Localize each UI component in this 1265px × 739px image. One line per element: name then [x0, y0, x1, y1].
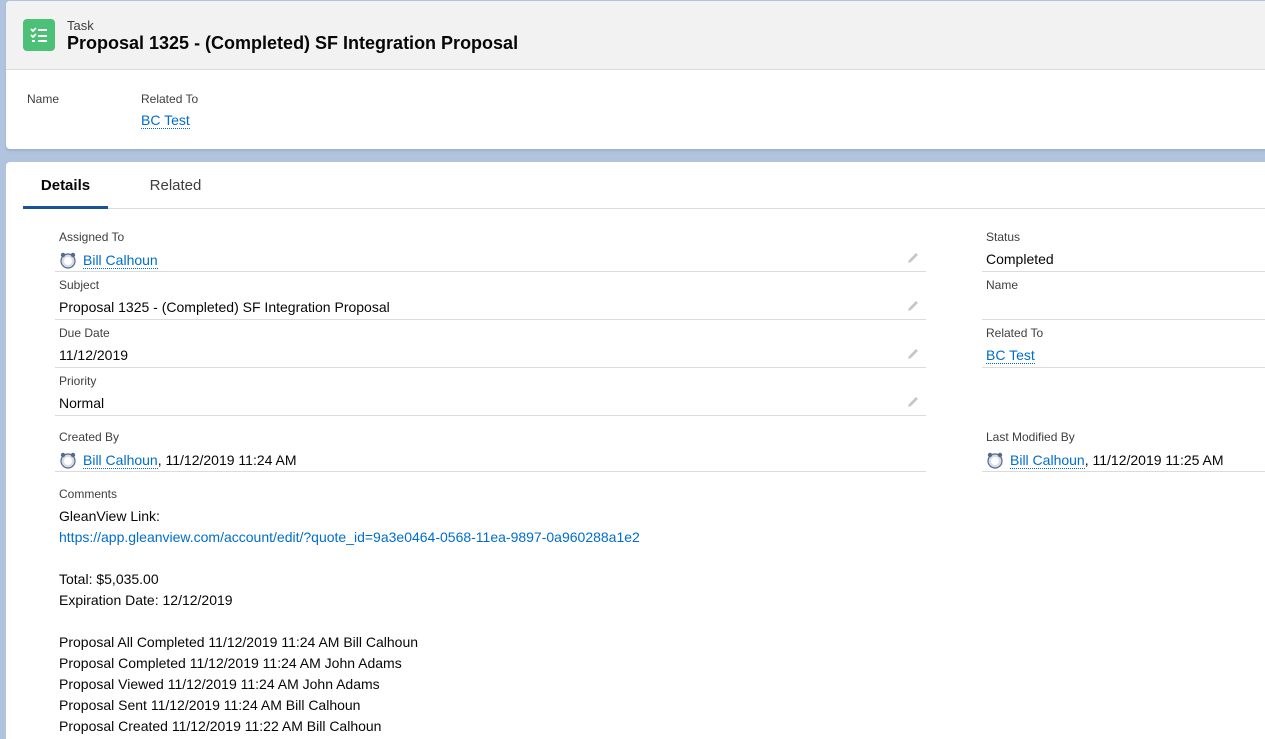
edit-pencil-icon[interactable]: [906, 299, 920, 313]
field-label: Status: [986, 230, 1021, 244]
field-priority: Priority Normal: [55, 368, 926, 416]
edit-pencil-icon[interactable]: [906, 395, 920, 409]
subject-value: Proposal 1325 - (Completed) SF Integrati…: [59, 299, 390, 315]
highlight-related-label: Related To: [141, 92, 199, 106]
task-checklist-icon: [23, 19, 55, 51]
highlight-name-label: Name: [27, 92, 60, 106]
field-label: Assigned To: [59, 230, 125, 244]
detail-card: Details Related Assigned To Bill Calhoun…: [6, 162, 1265, 739]
modified-by-link[interactable]: Bill Calhoun: [1010, 452, 1085, 469]
edit-pencil-icon[interactable]: [906, 251, 920, 265]
field-label: Subject: [59, 278, 100, 292]
field-label: Created By: [59, 430, 120, 444]
priority-value: Normal: [59, 395, 105, 411]
related-to-link[interactable]: BC Test: [986, 347, 1035, 364]
field-label: Last Modified By: [986, 430, 1075, 444]
field-related-to: Related To BC Test: [982, 320, 1265, 368]
field-last-modified-by: Last Modified By Bill Calhoun, 11/12/201…: [982, 424, 1265, 472]
comments-body: GleanView Link: https://app.gleanview.co…: [59, 506, 926, 737]
created-by-link[interactable]: Bill Calhoun: [83, 452, 158, 469]
due-date-value: 11/12/2019: [59, 347, 129, 363]
field-assigned-to: Assigned To Bill Calhoun: [55, 222, 926, 272]
field-due-date: Due Date 11/12/2019: [55, 320, 926, 368]
field-subject: Subject Proposal 1325 - (Completed) SF I…: [55, 272, 926, 320]
created-date: , 11/12/2019 11:24 AM: [157, 452, 297, 468]
field-label: Name: [986, 278, 1019, 292]
status-value: Completed: [986, 251, 1054, 267]
comment-expiration: Expiration Date: 12/12/2019: [59, 592, 233, 608]
field-created-by: Created By Bill Calhoun, 11/12/2019 11:2…: [55, 424, 926, 472]
tab-details[interactable]: Details: [23, 162, 108, 209]
comment-line: GleanView Link:: [59, 508, 160, 524]
field-label: Related To: [986, 326, 1044, 340]
field-name: Name: [982, 272, 1265, 320]
record-header: Task Proposal 1325 - (Completed) SF Inte…: [6, 1, 1265, 149]
gleanview-link[interactable]: https://app.gleanview.com/account/edit/?…: [59, 529, 640, 545]
field-label: Due Date: [59, 326, 110, 340]
user-avatar-icon: [59, 451, 77, 469]
history-line: Proposal Completed 11/12/2019 11:24 AM J…: [59, 655, 402, 671]
highlight-related-link[interactable]: BC Test: [141, 112, 190, 129]
user-avatar-icon: [986, 451, 1004, 469]
comment-blank-line: [59, 548, 926, 569]
field-comments: Comments GleanView Link: https://app.gle…: [56, 484, 926, 737]
history-line: Proposal All Completed 11/12/2019 11:24 …: [59, 634, 419, 650]
tab-bar: Details Related: [23, 162, 1265, 209]
record-entity-label: Task: [67, 18, 94, 33]
comment-blank-line: [59, 611, 926, 632]
field-label: Priority: [59, 374, 97, 388]
user-avatar-icon: [59, 251, 77, 269]
history-line: Proposal Sent 11/12/2019 11:24 AM Bill C…: [59, 697, 361, 713]
highlights-panel: Name Related To BC Test: [6, 70, 1265, 149]
history-line: Proposal Created 11/12/2019 11:22 AM Bil…: [59, 718, 382, 734]
field-label: Comments: [59, 487, 118, 501]
assigned-to-link[interactable]: Bill Calhoun: [83, 252, 158, 269]
history-line: Proposal Viewed 11/12/2019 11:24 AM John…: [59, 676, 380, 692]
record-header-top: Task Proposal 1325 - (Completed) SF Inte…: [6, 1, 1265, 70]
modified-date: , 11/12/2019 11:25 AM: [1084, 452, 1224, 468]
field-status: Status Completed: [982, 222, 1265, 272]
edit-pencil-icon[interactable]: [906, 347, 920, 361]
tab-related[interactable]: Related: [133, 162, 218, 209]
record-title: Proposal 1325 - (Completed) SF Integrati…: [67, 33, 519, 53]
comment-total: Total: $5,035.00: [59, 571, 159, 587]
